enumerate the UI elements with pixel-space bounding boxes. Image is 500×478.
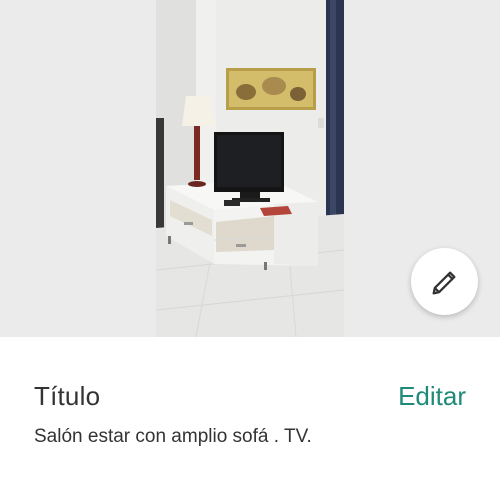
listing-photo[interactable] [156, 0, 344, 337]
edit-photo-button[interactable] [411, 248, 478, 315]
title-row: Título Editar [34, 378, 466, 414]
listing-edit-screen: Título Editar Salón estar con amplio sof… [0, 0, 500, 478]
living-room-photo [156, 0, 344, 337]
listing-title-value: Salón estar con amplio sofá . TV. [34, 426, 312, 447]
edit-title-link[interactable]: Editar [398, 381, 466, 412]
title-section-heading: Título [34, 380, 101, 411]
pencil-icon [432, 271, 455, 294]
photo-area [0, 0, 500, 337]
